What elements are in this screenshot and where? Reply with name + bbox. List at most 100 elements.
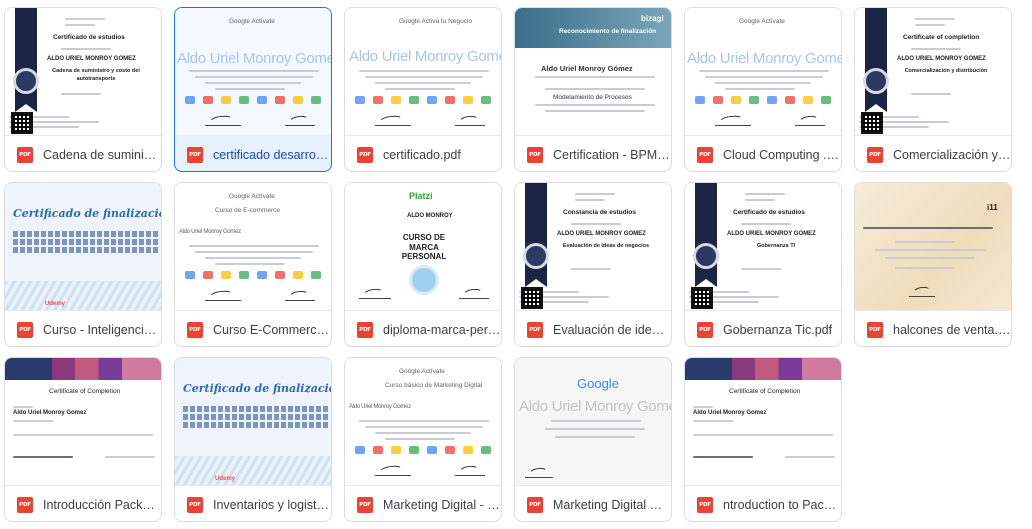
topic-icon bbox=[785, 96, 795, 104]
file-card[interactable]: Google Actívate Curso básico de Marketing… bbox=[344, 357, 502, 522]
file-footer[interactable]: PDF Marketing Digital GD G... bbox=[515, 486, 671, 521]
certificate-header: Certificado de finalización bbox=[13, 207, 161, 220]
file-thumbnail[interactable]: Google Actívate Curso básico de Marketing… bbox=[345, 358, 501, 486]
file-name[interactable]: Inventarios y logistica ... bbox=[213, 498, 331, 512]
file-thumbnail[interactable]: Constancia de estudios ALDO URIEL MONROY … bbox=[515, 183, 671, 311]
file-name[interactable]: Marketing Digital GD G... bbox=[553, 498, 671, 512]
text-line bbox=[895, 241, 955, 243]
file-footer[interactable]: PDF Cloud Computing . cer... bbox=[685, 136, 841, 171]
file-thumbnail[interactable]: i11 bbox=[855, 183, 1011, 311]
file-name[interactable]: diploma-marca-person... bbox=[383, 323, 501, 337]
file-card[interactable]: Google Aldo Uriel Monroy Gomez PDF Marketin… bbox=[514, 357, 672, 522]
text-line bbox=[915, 24, 945, 26]
file-footer[interactable]: PDF Marketing Digital - Go... bbox=[345, 486, 501, 521]
topic-icon bbox=[803, 96, 813, 104]
file-name[interactable]: Certification - BPM.pdf bbox=[553, 148, 671, 162]
file-name[interactable]: Cadena de suministro ... bbox=[43, 148, 161, 162]
file-thumbnail[interactable]: Google Aldo Uriel Monroy Gomez bbox=[515, 358, 671, 486]
file-footer[interactable]: PDF certificado desarrollo ... bbox=[175, 136, 331, 171]
file-thumbnail[interactable]: Google Actívate Aldo Uriel Monroy Gomez bbox=[685, 8, 841, 136]
text-line bbox=[895, 267, 955, 269]
topic-icon bbox=[221, 271, 231, 279]
file-card[interactable]: bizagi Reconocimiento de finalización Aldo… bbox=[514, 7, 672, 172]
file-thumbnail[interactable]: Certificado de estudios ALDO URIEL MONROY… bbox=[5, 8, 161, 136]
file-footer[interactable]: PDF Certification - BPM.pdf bbox=[515, 136, 671, 171]
file-card[interactable]: Certificado de estudios ALDO URIEL MONROY… bbox=[684, 182, 842, 347]
file-name[interactable]: Gobernanza Tic.pdf bbox=[723, 323, 832, 337]
file-footer[interactable]: PDF Gobernanza Tic.pdf bbox=[685, 311, 841, 346]
file-thumbnail[interactable]: bizagi Reconocimiento de finalización Aldo… bbox=[515, 8, 671, 136]
certificate-body-line bbox=[183, 414, 329, 420]
file-footer[interactable]: PDF Curso E-Commerce.pdf bbox=[175, 311, 331, 346]
file-name[interactable]: Introducción Packett-... bbox=[43, 498, 161, 512]
brand-name: Google Activa tu Negocio bbox=[399, 18, 472, 25]
file-thumbnail[interactable]: Certificado de estudios ALDO URIEL MONROY… bbox=[685, 183, 841, 311]
file-footer[interactable]: PDF halcones de venta.pdf bbox=[855, 311, 1011, 346]
file-card[interactable]: Certificado de estudios ALDO URIEL MONROY… bbox=[4, 7, 162, 172]
file-name[interactable]: certificado.pdf bbox=[383, 148, 461, 162]
certificate-preview: Certificado de finalización Udemy bbox=[5, 183, 161, 310]
topic-icon bbox=[481, 446, 491, 454]
text-line bbox=[385, 438, 455, 440]
file-card[interactable]: Certificado de finalización Udemy PDF Curso… bbox=[4, 182, 162, 347]
file-card[interactable]: Certificate of completion ALDO URIEL MONR… bbox=[854, 7, 1012, 172]
file-footer[interactable]: PDF Curso - Inteligencia e... bbox=[5, 311, 161, 346]
certificate-preview: Certificado de estudios ALDO URIEL MONROY… bbox=[5, 8, 161, 135]
file-footer[interactable]: PDF Cadena de suministro ... bbox=[5, 136, 161, 171]
certificate-preview: Certificate of Completion Aldo Uriel Monr… bbox=[685, 358, 841, 485]
file-footer[interactable]: PDF Inventarios y logistica ... bbox=[175, 486, 331, 521]
file-name[interactable]: Evaluación de ideas de... bbox=[553, 323, 671, 337]
signature-icon bbox=[285, 116, 315, 126]
file-name[interactable]: Marketing Digital - Go... bbox=[383, 498, 501, 512]
file-name[interactable]: Cloud Computing . cer... bbox=[723, 148, 841, 162]
file-footer[interactable]: PDF ntroduction to Pack-C... bbox=[685, 486, 841, 521]
file-card[interactable]: Google Actívate Aldo Uriel Monroy Gomez PD… bbox=[174, 7, 332, 172]
topic-icon bbox=[373, 96, 383, 104]
brand-name: Google Actívate bbox=[229, 18, 275, 25]
file-thumbnail[interactable]: Google Actívate Curso de E-commerce Aldo U… bbox=[175, 183, 331, 311]
certificate-preview: i11 bbox=[855, 183, 1011, 310]
certificate-person: Aldo Uriel Monroy Gomez bbox=[687, 50, 841, 67]
certificate-preview: Google Actívate Curso básico de Marketing… bbox=[345, 358, 501, 485]
file-thumbnail[interactable]: Certificado de finalización Udemy bbox=[175, 358, 331, 486]
file-card[interactable]: Google Actívate Aldo Uriel Monroy Gomez PD… bbox=[684, 7, 842, 172]
file-card[interactable]: Constancia de estudios ALDO URIEL MONROY … bbox=[514, 182, 672, 347]
file-thumbnail[interactable]: Certificado de finalización Udemy bbox=[5, 183, 161, 311]
certificate-preview: Platzi ALDO MONROY CURSO DE MARCA PERSONAL bbox=[345, 183, 501, 310]
file-name[interactable]: Curso - Inteligencia e... bbox=[43, 323, 161, 337]
file-thumbnail[interactable]: Certificate of Completion Aldo Uriel Monr… bbox=[5, 358, 161, 486]
file-thumbnail[interactable]: Google Actívate Aldo Uriel Monroy Gomez bbox=[175, 8, 331, 136]
file-card[interactable]: Google Actívate Curso de E-commerce Aldo U… bbox=[174, 182, 332, 347]
file-thumbnail[interactable]: Platzi ALDO MONROY CURSO DE MARCA PERSONAL bbox=[345, 183, 501, 311]
file-footer[interactable]: PDF Introducción Packett-... bbox=[5, 486, 161, 521]
file-thumbnail[interactable]: Certificate of completion ALDO URIEL MONR… bbox=[855, 8, 1011, 136]
text-line bbox=[365, 426, 483, 428]
file-card[interactable]: i11 PDF halcones de venta.pdf bbox=[854, 182, 1012, 347]
topic-icon bbox=[293, 96, 303, 104]
file-footer[interactable]: PDF diploma-marca-person... bbox=[345, 311, 501, 346]
qr-code-icon bbox=[11, 112, 33, 134]
topic-icon bbox=[463, 96, 473, 104]
text-line bbox=[375, 82, 471, 84]
file-footer[interactable]: PDF Comercialización y dis... bbox=[855, 136, 1011, 171]
file-name[interactable]: certificado desarrollo ... bbox=[213, 148, 331, 162]
file-thumbnail[interactable]: Google Activa tu Negocio Aldo Uriel Monro… bbox=[345, 8, 501, 136]
file-name[interactable]: ntroduction to Pack-C... bbox=[723, 498, 841, 512]
file-card[interactable]: Platzi ALDO MONROY CURSO DE MARCA PERSONAL… bbox=[344, 182, 502, 347]
file-card[interactable]: Certificate of Completion Aldo Uriel Monr… bbox=[684, 357, 842, 522]
file-footer[interactable]: PDF Evaluación de ideas de... bbox=[515, 311, 671, 346]
file-name[interactable]: halcones de venta.pdf bbox=[893, 323, 1011, 337]
file-name[interactable]: Curso E-Commerce.pdf bbox=[213, 323, 331, 337]
file-thumbnail[interactable]: Certificate of Completion Aldo Uriel Monr… bbox=[685, 358, 841, 486]
file-card[interactable]: Certificate of Completion Aldo Uriel Monr… bbox=[4, 357, 162, 522]
file-name[interactable]: Comercialización y dis... bbox=[893, 148, 1011, 162]
signature-icon bbox=[375, 116, 411, 126]
certificate-body-line bbox=[13, 239, 159, 245]
brand-name: Udemy bbox=[215, 476, 236, 482]
file-footer[interactable]: PDF certificado.pdf bbox=[345, 136, 501, 171]
text-line bbox=[915, 18, 955, 20]
file-card[interactable]: Google Activa tu Negocio Aldo Uriel Monro… bbox=[344, 7, 502, 172]
topic-icon bbox=[481, 96, 491, 104]
file-card[interactable]: Certificado de finalización Udemy PDF Inven… bbox=[174, 357, 332, 522]
certificate-header: Certificate of Completion bbox=[729, 388, 801, 395]
